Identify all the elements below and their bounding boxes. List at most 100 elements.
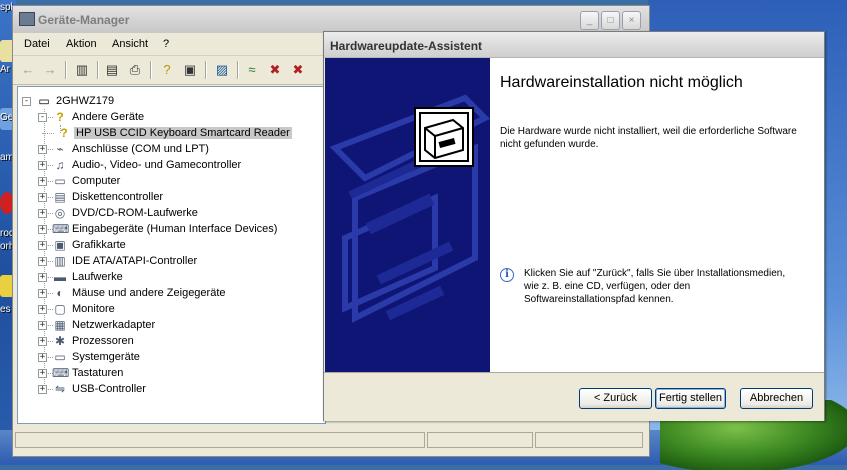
expand-toggle[interactable]: + (38, 369, 47, 378)
tree-item-label: Andere Geräte (72, 111, 145, 123)
hid-icon: ⌨ (52, 222, 70, 236)
hardware-box-graphic (325, 58, 490, 372)
toolbar-separator (237, 61, 239, 79)
display-adapter-icon: ▣ (54, 238, 66, 252)
close-button[interactable]: × (622, 11, 641, 30)
back-button[interactable]: < Zurück (579, 388, 652, 409)
warning-device-icon: ? (60, 126, 68, 140)
speaker-icon: ♫ (55, 158, 65, 172)
unknown-device-icon: ? (56, 110, 64, 124)
computer-icon: ▭ (38, 94, 50, 108)
status-cell (427, 432, 533, 448)
scan-hardware-icon[interactable]: ▨ (213, 61, 231, 79)
status-cell (15, 432, 425, 448)
back-arrow-icon[interactable]: ← (19, 61, 37, 79)
maximize-button[interactable]: □ (601, 11, 620, 30)
tree-item-label: Diskettencontroller (72, 191, 164, 203)
tree-item-label: IDE ATA/ATAPI-Controller (72, 255, 198, 267)
usb-icon: ⇋ (54, 382, 66, 396)
port-icon: ⌁ (56, 142, 64, 156)
tree-item-label: Eingabegeräte (Human Interface Devices) (72, 223, 278, 235)
expand-toggle[interactable]: + (38, 241, 47, 250)
menu-datei[interactable]: Datei (24, 38, 50, 50)
floppy-icon: ▤ (54, 190, 66, 204)
tree-line (42, 133, 54, 134)
menu-help[interactable]: ? (163, 38, 169, 50)
wizard-titlebar[interactable]: Hardwareupdate-Assistent (324, 32, 824, 58)
monitor-icon: ▢ (54, 302, 66, 316)
expand-toggle[interactable]: + (38, 257, 47, 266)
view-icon[interactable]: ▣ (181, 61, 199, 79)
device-tree[interactable]: - ▭ 2GHWZ179 -? Andere Geräte? HP USB CCID… (17, 86, 326, 424)
computer-icon (19, 12, 35, 26)
network-adapter-icon: ▦ (54, 318, 66, 332)
tree-item-label: Audio-, Video- und Gamecontroller (72, 159, 242, 171)
expand-toggle[interactable]: + (38, 289, 47, 298)
uninstall-device-icon[interactable]: ✖ (289, 61, 307, 79)
tree-item-label: DVD/CD-ROM-Laufwerke (72, 207, 198, 219)
wizard-hint: Klicken Sie auf "Zurück", falls Sie über… (524, 268, 786, 305)
tree-item-label: Netzwerkadapter (72, 319, 156, 331)
menu-ansicht[interactable]: Ansicht (112, 38, 148, 50)
help-icon[interactable]: ? (158, 61, 176, 79)
tree-item-label: Laufwerke (72, 271, 123, 283)
device-manager-title: Geräte-Manager (38, 13, 130, 27)
wizard-title: Hardwareupdate-Assistent (330, 39, 483, 53)
wizard-heading: Hardwareinstallation nicht möglich (500, 74, 743, 91)
wizard-side-graphic (325, 58, 490, 372)
tree-item-label: Anschlüsse (COM und LPT) (72, 143, 209, 155)
hardware-icon (414, 107, 474, 167)
toolbar-separator (150, 61, 152, 79)
show-hide-console-tree-icon[interactable]: ▥ (73, 61, 91, 79)
tree-item-label: Tastaturen (72, 367, 124, 379)
update-driver-icon[interactable]: ≈ (243, 61, 261, 79)
tree-item-label: Systemgeräte (72, 351, 140, 363)
tree-item-label: Grafikkarte (72, 239, 126, 251)
disable-device-icon[interactable]: ✖ (266, 61, 284, 79)
tree-root-label: 2GHWZ179 (56, 95, 115, 107)
status-bar (13, 430, 649, 450)
device-manager-titlebar[interactable]: Geräte-Manager _ □ × (13, 6, 649, 33)
expand-toggle[interactable]: + (38, 145, 47, 154)
computer-icon: ▭ (54, 174, 66, 188)
wizard-message: Die Hardware wurde nicht installiert, we… (500, 126, 797, 150)
expand-toggle[interactable]: + (38, 321, 47, 330)
tree-item-label: Computer (72, 175, 121, 187)
finish-button[interactable]: Fertig stellen (655, 388, 726, 409)
tree-item-label: HP USB CCID Keyboard Smartcard Reader (74, 127, 292, 139)
collapse-toggle[interactable]: - (38, 113, 47, 122)
forward-arrow-icon[interactable]: → (41, 61, 59, 79)
mouse-icon: ◐ (56, 286, 64, 300)
disk-drive-icon: ▬ (54, 270, 66, 284)
info-icon: i (500, 268, 514, 282)
cancel-button[interactable]: Abbrechen (740, 388, 813, 409)
expand-toggle[interactable]: + (38, 305, 47, 314)
menu-aktion[interactable]: Aktion (66, 38, 97, 50)
properties-icon[interactable]: ▤ (103, 61, 121, 79)
ide-controller-icon: ▥ (54, 254, 66, 268)
cdrom-icon: ◎ (54, 206, 66, 220)
tree-item-label: Prozessoren (72, 335, 134, 347)
status-cell (535, 432, 643, 448)
expand-toggle[interactable]: + (38, 193, 47, 202)
expand-toggle[interactable]: + (38, 177, 47, 186)
expand-toggle[interactable]: + (38, 337, 47, 346)
collapse-toggle[interactable]: - (22, 97, 31, 106)
print-icon[interactable]: ⎙ (126, 61, 144, 79)
toolbar-separator (65, 61, 67, 79)
processor-icon: ✱ (54, 334, 66, 348)
expand-toggle[interactable]: + (38, 209, 47, 218)
expand-toggle[interactable]: + (38, 385, 47, 394)
hardware-update-wizard: Hardwareupdate-Assistent Hardwareinstall… (323, 31, 825, 421)
tree-item-label: Monitore (72, 303, 115, 315)
toolbar-separator (97, 61, 99, 79)
wizard-content: Hardwareinstallation nicht möglich Die H… (490, 58, 824, 372)
expand-toggle[interactable]: + (38, 161, 47, 170)
expand-toggle[interactable]: + (38, 225, 47, 234)
minimize-button[interactable]: _ (580, 11, 599, 30)
toolbar-separator (205, 61, 207, 79)
wizard-button-bar: < Zurück Fertig stellen Abbrechen (324, 372, 824, 421)
expand-toggle[interactable]: + (38, 353, 47, 362)
tree-item-label: USB-Controller (72, 383, 146, 395)
expand-toggle[interactable]: + (38, 273, 47, 282)
